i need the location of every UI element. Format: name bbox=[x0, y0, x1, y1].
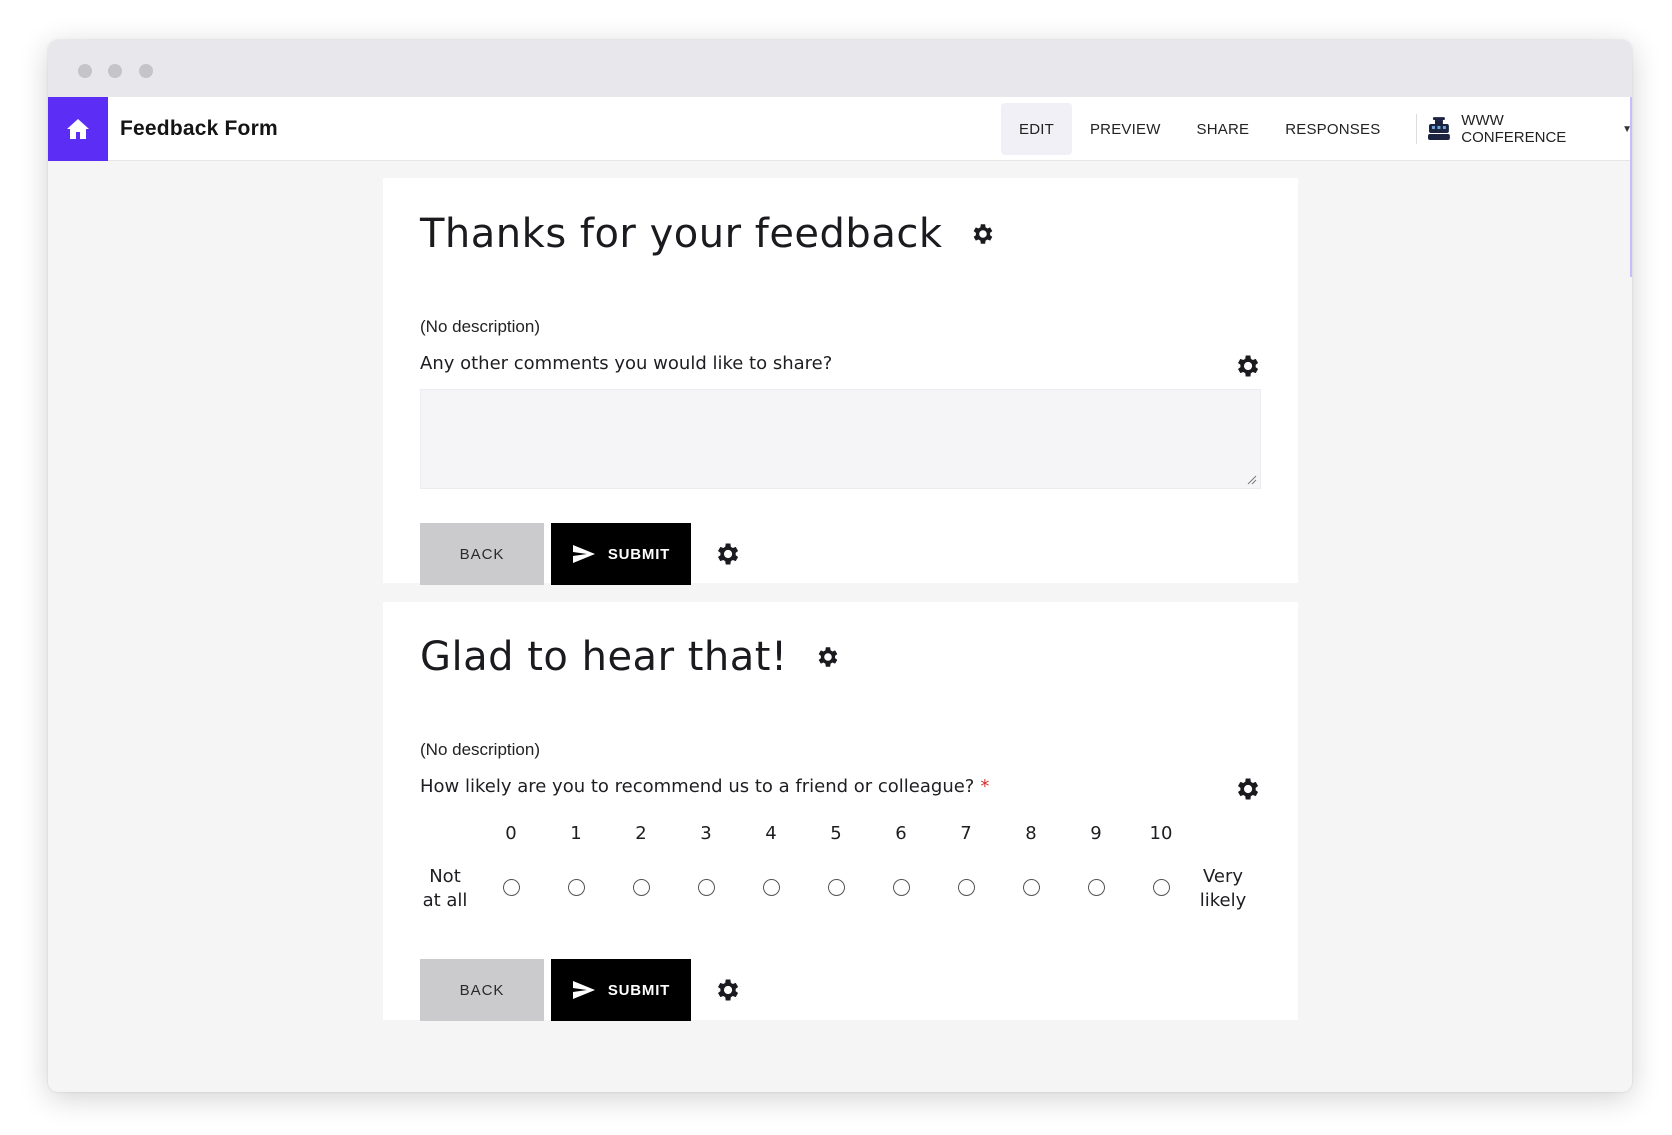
page-buttons: BACK SUBMIT bbox=[420, 523, 741, 585]
scale-radio-3[interactable] bbox=[698, 879, 715, 896]
browser-window: Feedback Form EDIT PREVIEW SHARE RESPONS… bbox=[48, 40, 1632, 1092]
scale-number: 7 bbox=[960, 823, 972, 844]
gear-icon[interactable] bbox=[1233, 775, 1261, 803]
scale-number: 3 bbox=[700, 823, 712, 844]
form-page-card: Glad to hear that! (No description) How … bbox=[383, 602, 1298, 1021]
workspace-label: WWW CONFERENCE bbox=[1461, 112, 1567, 146]
app-header: Feedback Form EDIT PREVIEW SHARE RESPONS… bbox=[48, 96, 1632, 161]
scale-number: 4 bbox=[765, 823, 777, 844]
page-description[interactable]: (No description) bbox=[420, 740, 540, 760]
home-icon bbox=[67, 118, 89, 139]
scale-number: 8 bbox=[1025, 823, 1037, 844]
submit-button[interactable]: SUBMIT bbox=[551, 523, 691, 585]
scale-radio-7[interactable] bbox=[958, 879, 975, 896]
tab-preview[interactable]: PREVIEW bbox=[1072, 103, 1179, 155]
question-label: Any other comments you would like to sha… bbox=[420, 353, 1261, 374]
send-icon bbox=[572, 981, 595, 999]
workspace-logo-icon bbox=[1428, 117, 1451, 140]
scale-number: 5 bbox=[830, 823, 842, 844]
submit-label: SUBMIT bbox=[607, 981, 671, 999]
window-close-dot[interactable] bbox=[78, 64, 92, 78]
scale-low-label-line: Not bbox=[429, 866, 461, 887]
scale-radio-10[interactable] bbox=[1153, 879, 1170, 896]
scale-number: 9 bbox=[1090, 823, 1102, 844]
scale-number: 6 bbox=[895, 823, 907, 844]
scale-high-label-line: likely bbox=[1199, 890, 1247, 911]
submit-label: SUBMIT bbox=[607, 545, 671, 563]
header-nav: EDIT PREVIEW SHARE RESPONSES WWW CONFERE… bbox=[1001, 103, 1632, 155]
scale-low-label: Not at all bbox=[410, 865, 480, 913]
tab-edit[interactable]: EDIT bbox=[1001, 103, 1072, 155]
tab-share[interactable]: SHARE bbox=[1179, 103, 1268, 155]
gear-icon[interactable] bbox=[1233, 352, 1261, 380]
question-label: How likely are you to recommend us to a … bbox=[420, 776, 1261, 797]
tab-responses[interactable]: RESPONSES bbox=[1267, 103, 1398, 155]
page-buttons: BACK SUBMIT bbox=[420, 959, 741, 1021]
page-title-text[interactable]: Thanks for your feedback bbox=[420, 211, 943, 257]
submit-button[interactable]: SUBMIT bbox=[551, 959, 691, 1021]
page-title-text[interactable]: Glad to hear that! bbox=[420, 634, 788, 680]
scale-radio-6[interactable] bbox=[893, 879, 910, 896]
gear-icon[interactable] bbox=[814, 644, 840, 670]
window-zoom-dot[interactable] bbox=[139, 64, 153, 78]
scale-radio-5[interactable] bbox=[828, 879, 845, 896]
scale-high-label: Very likely bbox=[1188, 865, 1258, 913]
scale-radio-2[interactable] bbox=[633, 879, 650, 896]
page-title: Thanks for your feedback bbox=[420, 211, 995, 257]
page-description[interactable]: (No description) bbox=[420, 317, 540, 337]
nps-scale: Not at all 0 1 2 3 4 5 6 7 8 9 10 Very l… bbox=[420, 823, 1261, 923]
scale-radio-8[interactable] bbox=[1023, 879, 1040, 896]
gear-icon[interactable] bbox=[713, 976, 741, 1004]
scale-radio-4[interactable] bbox=[763, 879, 780, 896]
scale-number: 0 bbox=[505, 823, 517, 844]
scale-low-label-line: at all bbox=[422, 890, 468, 911]
home-button[interactable] bbox=[48, 96, 108, 161]
scale-radio-1[interactable] bbox=[568, 879, 585, 896]
window-titlebar bbox=[48, 40, 1632, 97]
window-minimize-dot[interactable] bbox=[108, 64, 122, 78]
back-button[interactable]: BACK bbox=[420, 959, 544, 1021]
comments-textarea[interactable] bbox=[420, 389, 1261, 489]
scale-radio-0[interactable] bbox=[503, 879, 520, 896]
required-marker: * bbox=[980, 776, 990, 797]
scale-radio-9[interactable] bbox=[1088, 879, 1105, 896]
resize-handle-icon[interactable] bbox=[1247, 475, 1257, 485]
scale-high-label-line: Very bbox=[1202, 866, 1244, 887]
nav-divider bbox=[1416, 114, 1418, 144]
question-text[interactable]: How likely are you to recommend us to a … bbox=[420, 776, 974, 797]
scale-number: 10 bbox=[1149, 823, 1173, 844]
page-title: Glad to hear that! bbox=[420, 634, 840, 680]
form-title: Feedback Form bbox=[120, 116, 278, 140]
send-icon bbox=[572, 545, 595, 563]
gear-icon[interactable] bbox=[969, 221, 995, 247]
question-text[interactable]: Any other comments you would like to sha… bbox=[420, 353, 832, 374]
workspace-dropdown[interactable]: WWW CONFERENCE ▼ bbox=[1427, 112, 1632, 146]
gear-icon[interactable] bbox=[713, 540, 741, 568]
scroll-accent bbox=[1630, 97, 1632, 277]
back-button[interactable]: BACK bbox=[420, 523, 544, 585]
form-page-card: Thanks for your feedback (No description… bbox=[383, 178, 1298, 585]
scale-number: 1 bbox=[570, 823, 582, 844]
scale-number: 2 bbox=[635, 823, 647, 844]
